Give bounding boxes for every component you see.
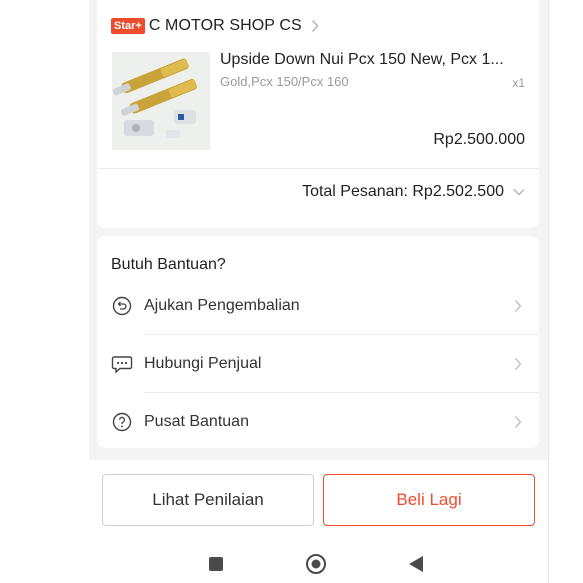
help-icon xyxy=(111,411,133,433)
contact-seller-label: Hubungi Penjual xyxy=(144,354,262,372)
shop-name[interactable]: C MOTOR SHOP CS xyxy=(149,17,302,35)
system-navigation-bar xyxy=(89,552,548,576)
chat-icon xyxy=(111,353,133,375)
return-request-label: Ajukan Pengembalian xyxy=(144,296,300,314)
app-screen: Star+ C MOTOR SHOP CS Upside Down Nui Pc… xyxy=(89,0,548,583)
product-quantity: x1 xyxy=(512,76,525,90)
product-thumbnail[interactable] xyxy=(112,52,210,150)
bottom-action-bar: Lihat Penilaian Beli Lagi xyxy=(89,460,548,583)
chevron-right-icon xyxy=(514,357,522,371)
order-card: Star+ C MOTOR SHOP CS Upside Down Nui Pc… xyxy=(97,0,539,228)
shop-header[interactable]: Star+ C MOTOR SHOP CS xyxy=(111,15,319,37)
help-card: Butuh Bantuan? Ajukan Pengembalian Hubun… xyxy=(97,236,539,448)
return-request-item[interactable]: Ajukan Pengembalian xyxy=(97,277,539,334)
product-variant: Gold,Pcx 150/Pcx 160 xyxy=(220,74,349,89)
product-name[interactable]: Upside Down Nui Pcx 150 New, Pcx 1... xyxy=(220,51,520,69)
help-center-label: Pusat Bantuan xyxy=(144,412,249,430)
recents-square-icon[interactable] xyxy=(204,552,228,576)
buy-again-button[interactable]: Beli Lagi xyxy=(323,474,535,526)
chevron-right-icon xyxy=(514,299,522,313)
back-triangle-icon[interactable] xyxy=(404,552,428,576)
chevron-right-icon xyxy=(311,19,319,33)
order-total: Total Pesanan: Rp2.502.500 xyxy=(302,183,504,200)
screen-edge xyxy=(548,0,549,583)
help-title: Butuh Bantuan? xyxy=(111,256,226,273)
chevron-right-icon xyxy=(514,415,522,429)
product-price: Rp2.500.000 xyxy=(433,131,525,148)
star-plus-badge: Star+ xyxy=(111,18,145,34)
divider xyxy=(97,168,539,169)
chevron-down-icon xyxy=(513,188,525,196)
help-center-item[interactable]: Pusat Bantuan xyxy=(97,393,539,450)
contact-seller-item[interactable]: Hubungi Penjual xyxy=(97,335,539,392)
return-icon xyxy=(111,295,133,317)
home-circle-icon[interactable] xyxy=(304,552,328,576)
view-review-button[interactable]: Lihat Penilaian xyxy=(102,474,314,526)
order-total-row[interactable]: Total Pesanan: Rp2.502.500 xyxy=(302,183,525,201)
